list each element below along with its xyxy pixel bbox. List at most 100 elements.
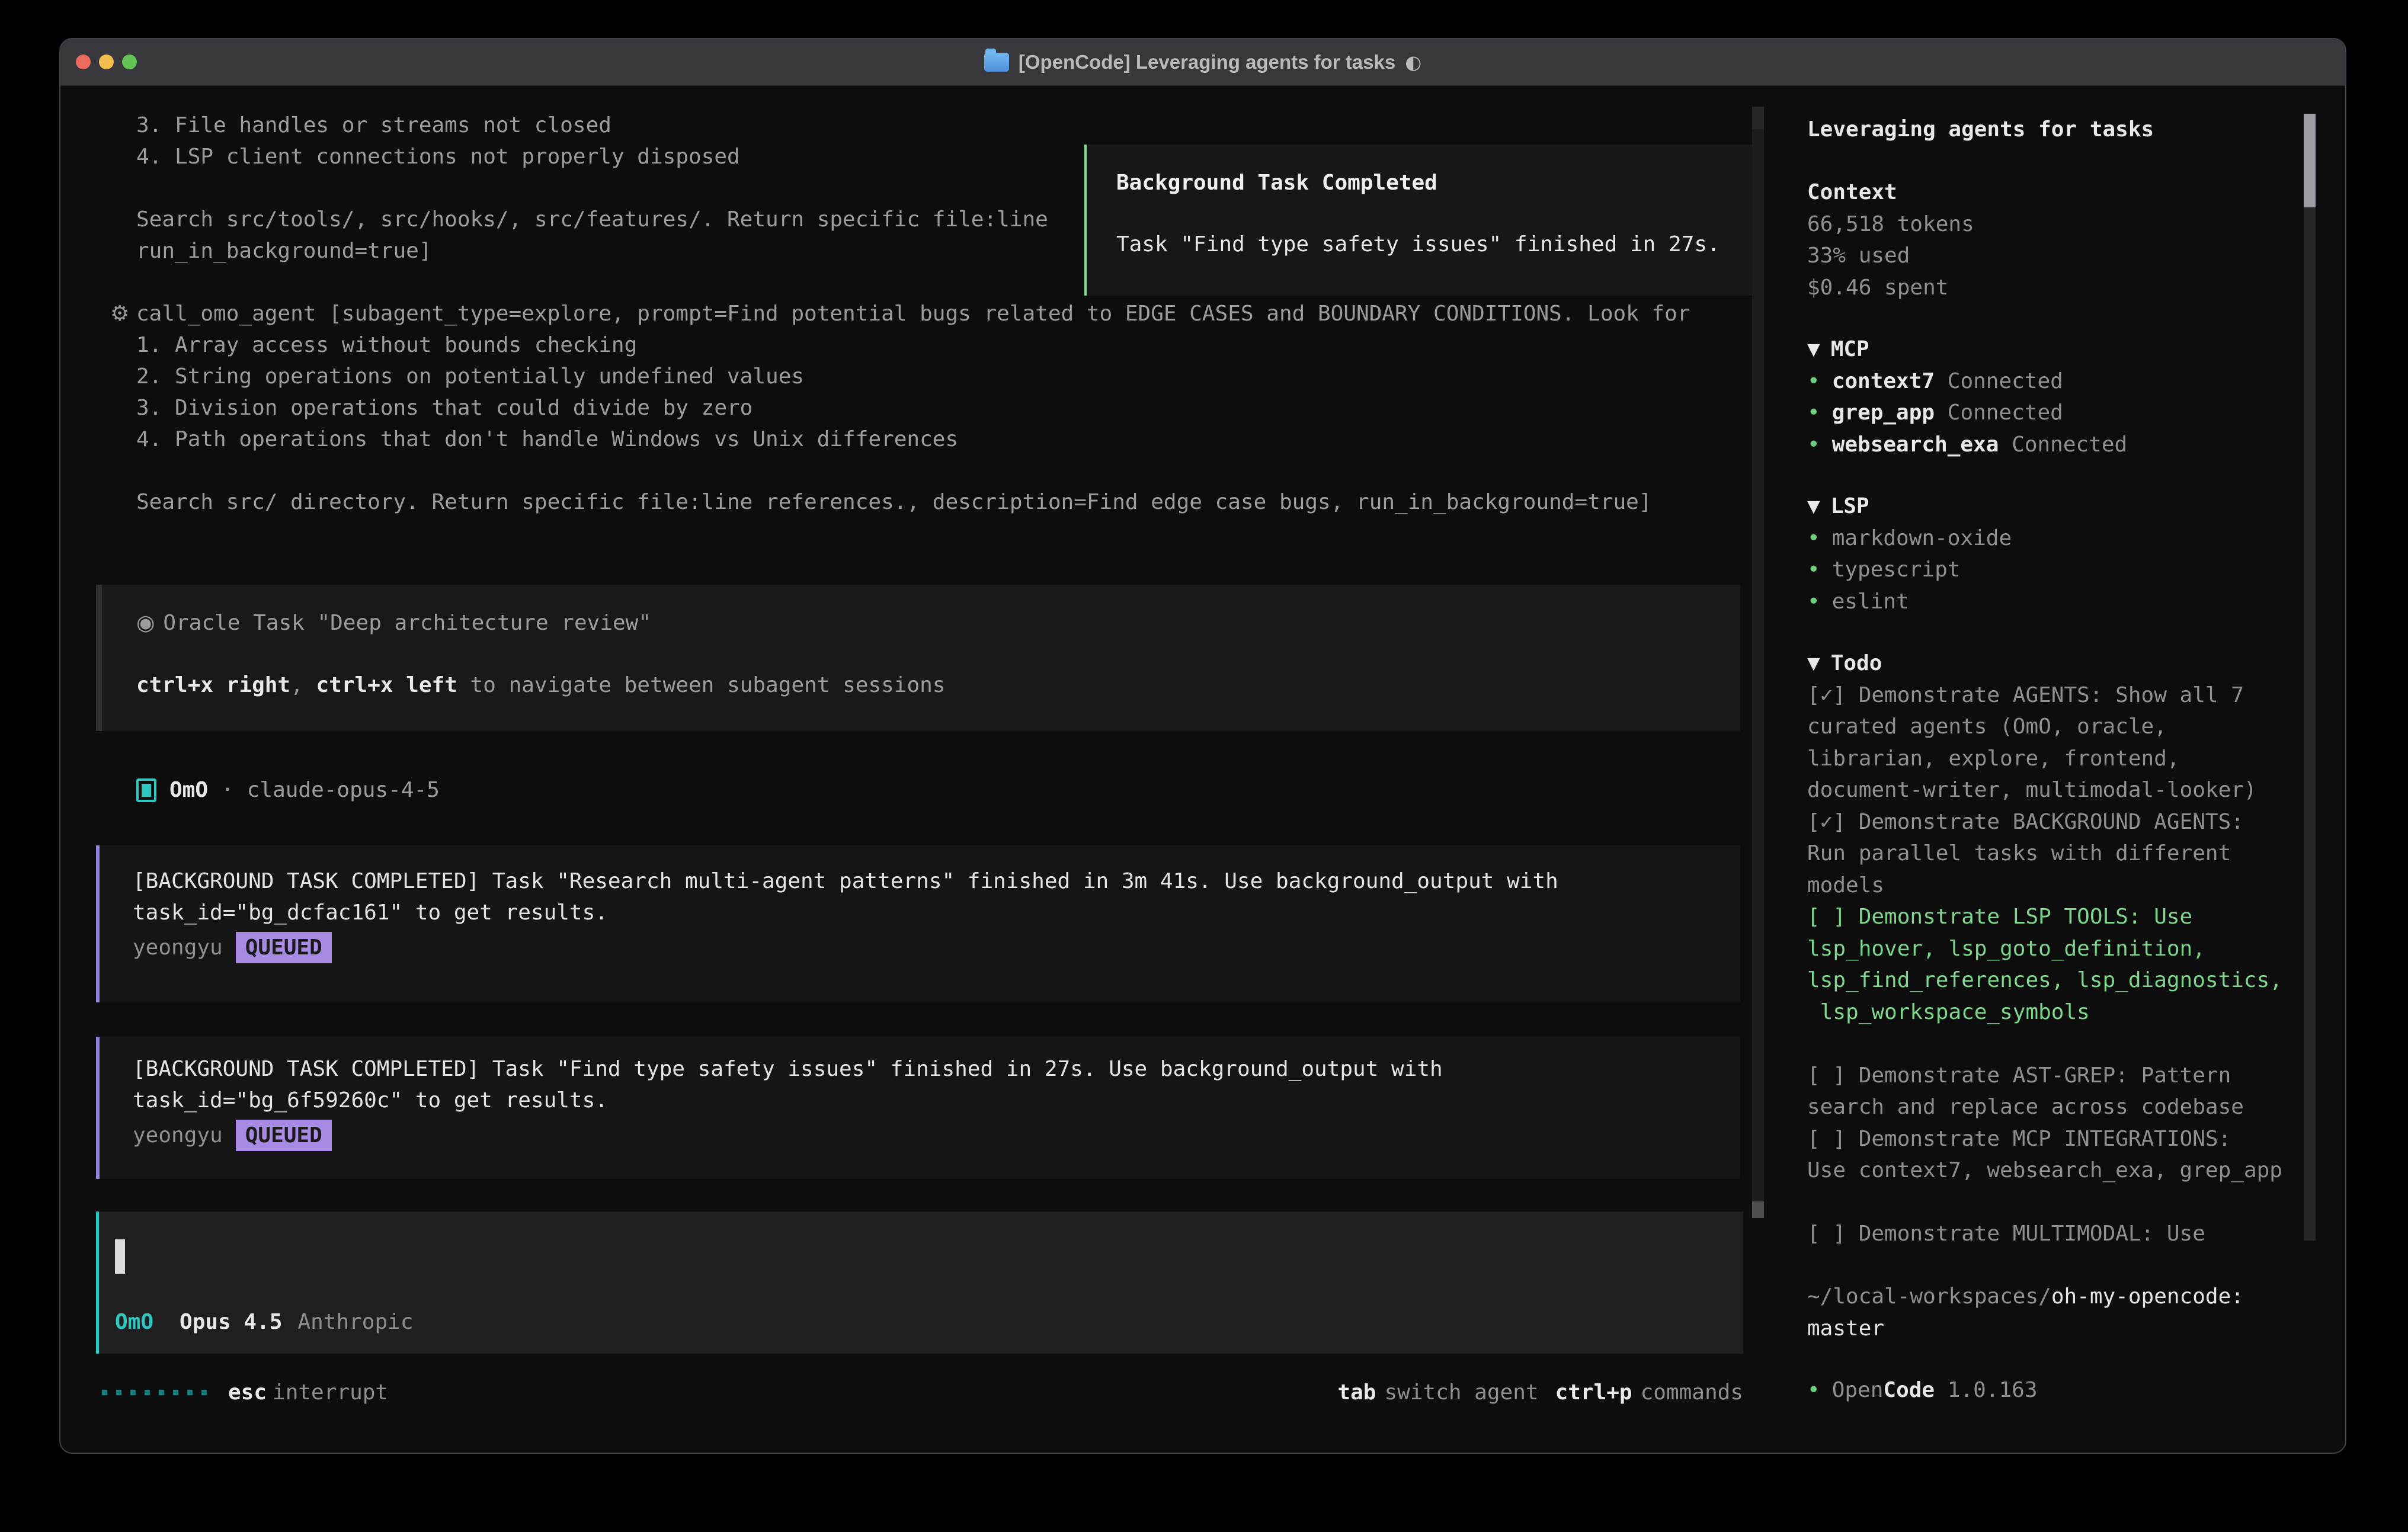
input-provider-name: Anthropic <box>297 1310 413 1334</box>
esc-key-label: interrupt <box>273 1380 388 1405</box>
agent-model: claude-opus-4-5 <box>247 778 440 802</box>
mcp-item-name: websearch_exa <box>1832 432 1999 457</box>
mcp-item-status-text: Connected <box>1948 400 2063 425</box>
status-badge: QUEUED <box>236 932 332 963</box>
task-user: yeongyu <box>133 935 223 960</box>
todo-heading: Todo <box>1831 651 1882 675</box>
chevron-down-icon: ▼ <box>1807 337 1820 361</box>
lsp-section-header[interactable]: ▼ LSP <box>1807 491 2012 523</box>
input-model-name: Opus 4.5 <box>180 1310 282 1334</box>
task-meta-row: yeongyu QUEUED <box>133 930 1740 965</box>
tab-key-hint: tab <box>1337 1380 1376 1405</box>
input-agent-name: OmO <box>115 1310 153 1334</box>
sidebar-workdir-block: ~/local-workspaces/oh-my-opencode: maste… <box>1807 1281 2244 1344</box>
mcp-section-header[interactable]: ▼ MCP <box>1807 334 2127 366</box>
todo-line: [ ] Demonstrate AST-GREP: Pattern <box>1807 1060 2282 1092</box>
todo-line: document-writer, multimodal-looker) <box>1807 774 2282 806</box>
background-task-card: [BACKGROUND TASK COMPLETED] Task "Resear… <box>96 845 1740 1002</box>
gear-icon: ⚙ <box>110 298 129 329</box>
sidebar-scrollbar-thumb[interactable] <box>2304 114 2316 207</box>
close-button[interactable] <box>76 55 91 69</box>
bullet-icon: • <box>1807 1378 1820 1402</box>
tool-call-text: call_omo_agent [subagent_type=explore, p… <box>136 302 1690 326</box>
bullet-icon: • <box>1807 557 1820 582</box>
context-tokens: 66,518 tokens <box>1807 209 1974 241</box>
tab-key-label: switch agent <box>1384 1380 1538 1405</box>
mcp-item-name: grep_app <box>1832 400 1935 425</box>
workdir-repo: oh-my-opencode: <box>2051 1284 2244 1309</box>
todo-line <box>1807 1028 2282 1060</box>
mcp-item-status-text: Connected <box>2012 432 2127 457</box>
oracle-task-hint: ctrl+x right, ctrl+x left to navigate be… <box>136 669 945 701</box>
todo-line: [ ] Demonstrate LSP TOOLS: Use <box>1807 901 2282 933</box>
main-scrollbar-top-segment <box>1752 107 1764 129</box>
hint-key-2: ctrl+x left <box>316 673 457 697</box>
esc-key-hint: esc <box>228 1380 267 1405</box>
todo-line: models <box>1807 870 2282 902</box>
sidebar-todo-section: ▼Todo [✓] Demonstrate AGENTS: Show all 7… <box>1807 648 2282 1250</box>
sidebar-scrollbar[interactable] <box>2304 114 2316 1241</box>
lsp-heading: LSP <box>1831 494 1869 518</box>
terminal-line: 1. Array access without bounds checking <box>136 329 1690 361</box>
sidebar-version-block: •OpenCode 1.0.163 <box>1807 1374 2038 1406</box>
fisheye-icon: ◉ <box>136 611 155 635</box>
main-scrollbar[interactable] <box>1752 107 1764 1218</box>
app-version: 1.0.163 <box>1948 1378 2038 1402</box>
todo-line: lsp_workspace_symbols <box>1807 996 2282 1028</box>
task-message-line: [BACKGROUND TASK COMPLETED] Task "Find t… <box>133 1053 1740 1085</box>
mcp-item: •context7 Connected <box>1807 366 2127 398</box>
terminal-line <box>136 455 1690 486</box>
text-cursor <box>115 1239 125 1274</box>
toast-title: Background Task Completed <box>1116 171 1437 195</box>
main-scrollbar-thumb[interactable] <box>1752 1201 1764 1218</box>
titlebar[interactable]: [OpenCode] Leveraging agents for tasks ◐ <box>60 39 2345 86</box>
workdir-prefix: ~/local-workspaces/ <box>1807 1284 2051 1309</box>
task-message-line: [BACKGROUND TASK COMPLETED] Task "Resear… <box>133 866 1740 897</box>
agent-sep: · <box>221 778 234 802</box>
todo-line: lsp_hover, lsp_goto_definition, <box>1807 933 2282 965</box>
minimize-button[interactable] <box>99 55 114 69</box>
todo-line: librarian, explore, frontend, <box>1807 743 2282 775</box>
lsp-item: •eslint <box>1807 586 2012 618</box>
todo-section-header[interactable]: ▼ Todo <box>1807 648 2282 680</box>
zoom-button[interactable] <box>122 55 137 69</box>
input-meta: OmO Opus 4.5 Anthropic <box>115 1306 414 1338</box>
hint-key-1: ctrl+x right <box>136 673 290 697</box>
version-line: •OpenCode 1.0.163 <box>1807 1374 2038 1406</box>
terminal-line: 2. String operations on potentially unde… <box>136 361 1690 392</box>
app-window: [OpenCode] Leveraging agents for tasks ◐… <box>59 38 2346 1454</box>
half-circle-icon: ◐ <box>1405 51 1421 73</box>
tool-call-line: ⚙call_omo_agent [subagent_type=explore, … <box>136 298 1690 329</box>
background-task-card: [BACKGROUND TASK COMPLETED] Task "Find t… <box>96 1037 1740 1179</box>
todo-line: [ ] Demonstrate MCP INTEGRATIONS: <box>1807 1123 2282 1155</box>
mcp-heading: MCP <box>1831 337 1869 361</box>
context-heading: Context <box>1807 177 1974 209</box>
terminal-line: 4. Path operations that don't handle Win… <box>136 424 1690 455</box>
chevron-down-icon: ▼ <box>1807 494 1820 518</box>
oracle-task-card: ◉Oracle Task "Deep architecture review" … <box>96 585 1740 731</box>
bullet-icon: • <box>1807 526 1820 550</box>
terminal-line: Search src/ directory. Return specific f… <box>136 486 1690 518</box>
task-meta-row: yeongyu QUEUED <box>133 1117 1740 1153</box>
lsp-item: • typescript <box>1807 554 2012 586</box>
lsp-item-name: typescript <box>1832 557 1961 582</box>
lsp-item-name: eslint <box>1832 589 1909 614</box>
ctrlp-key-hint: ctrl+p <box>1555 1380 1632 1405</box>
hint-sep: , <box>290 673 316 697</box>
mcp-item-status <box>1935 369 1948 393</box>
workdir-path: ~/local-workspaces/oh-my-opencode: <box>1807 1281 2244 1313</box>
context-used: 33% used <box>1807 240 1974 272</box>
sidebar-lsp-section: ▼LSP •markdown-oxide •typescript •eslint <box>1807 491 2012 617</box>
app-name-dim: Open <box>1832 1378 1884 1402</box>
prompt-input[interactable]: OmO Opus 4.5 Anthropic <box>96 1212 1743 1354</box>
workdir-branch: master <box>1807 1313 2244 1345</box>
bullet-icon: • <box>1807 432 1820 457</box>
folder-icon <box>984 53 1009 72</box>
todo-line <box>1807 1187 2282 1219</box>
agent-name: OmO <box>169 778 208 802</box>
chevron-down-icon: ▼ <box>1807 651 1820 675</box>
status-left: esc interrupt <box>102 1377 388 1408</box>
status-badge: QUEUED <box>236 1120 332 1151</box>
context-spent: $0.46 spent <box>1807 272 1974 304</box>
todo-line: search and replace across codebase <box>1807 1091 2282 1123</box>
